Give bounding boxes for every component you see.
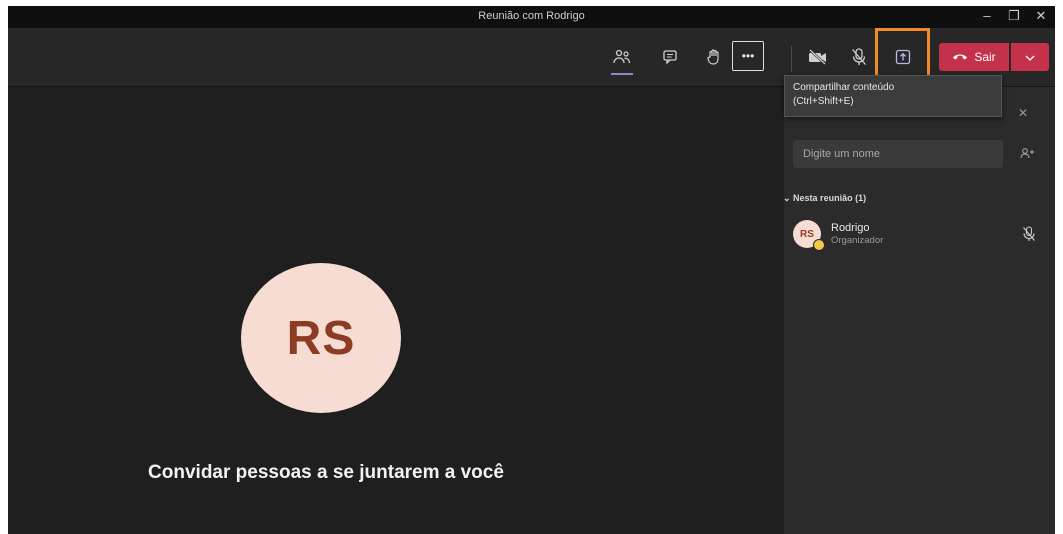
camera-toggle-button[interactable] bbox=[803, 42, 833, 72]
in-meeting-section[interactable]: ⌄ Nesta reunião (1) bbox=[783, 193, 866, 204]
more-actions-button[interactable]: ••• bbox=[732, 41, 764, 71]
tooltip-title: Compartilhar conteúdo bbox=[793, 82, 895, 93]
meeting-stage: RS Convidar pessoas a se juntarem a você bbox=[8, 87, 784, 534]
participant-role: Organizador bbox=[831, 235, 884, 246]
invite-share-icon[interactable] bbox=[1019, 146, 1035, 164]
participants-icon bbox=[613, 49, 631, 65]
participant-name: Rodrigo bbox=[831, 222, 870, 234]
phone-hangup-icon bbox=[952, 50, 968, 64]
share-tooltip: Compartilhar conteúdo (Ctrl+Shift+E) bbox=[784, 75, 1002, 117]
title-bar: Reunião com Rodrigo – ❐ ✕ bbox=[8, 6, 1055, 28]
more-actions-icon: ••• bbox=[741, 49, 755, 63]
tooltip-shortcut: (Ctrl+Shift+E) bbox=[793, 96, 854, 107]
mic-off-icon bbox=[851, 48, 867, 66]
participant-search-input[interactable] bbox=[793, 140, 1003, 168]
raise-hand-button[interactable] bbox=[699, 42, 729, 72]
panel-close-icon[interactable]: ✕ bbox=[1018, 106, 1028, 120]
active-tab-indicator bbox=[611, 73, 633, 75]
toolbar-divider bbox=[791, 46, 792, 72]
leave-button[interactable]: Sair bbox=[939, 43, 1009, 71]
chevron-down-icon: ⌄ bbox=[783, 193, 794, 203]
chat-button[interactable] bbox=[655, 42, 685, 72]
participant-row[interactable]: RS Rodrigo Organizador bbox=[793, 218, 1038, 252]
window-title: Reunião com Rodrigo bbox=[478, 10, 585, 22]
maximize-button[interactable]: ❐ bbox=[1003, 8, 1025, 24]
mic-toggle-button[interactable] bbox=[844, 42, 874, 72]
organizer-badge bbox=[813, 239, 825, 251]
participant-avatar-large: RS bbox=[241, 263, 401, 413]
raise-hand-icon bbox=[706, 48, 722, 66]
close-button[interactable]: ✕ bbox=[1030, 8, 1052, 24]
leave-label: Sair bbox=[974, 50, 996, 64]
minimize-button[interactable]: – bbox=[976, 8, 998, 23]
participants-button[interactable] bbox=[607, 42, 637, 75]
mic-off-icon bbox=[1022, 226, 1036, 247]
section-label: Nesta reunião (1) bbox=[793, 193, 867, 203]
chevron-down-icon bbox=[1025, 48, 1035, 66]
chat-icon bbox=[662, 49, 678, 65]
leave-options-button[interactable] bbox=[1011, 43, 1049, 71]
camera-off-icon bbox=[808, 49, 828, 65]
invite-prompt: Convidar pessoas a se juntarem a você bbox=[148, 462, 504, 483]
